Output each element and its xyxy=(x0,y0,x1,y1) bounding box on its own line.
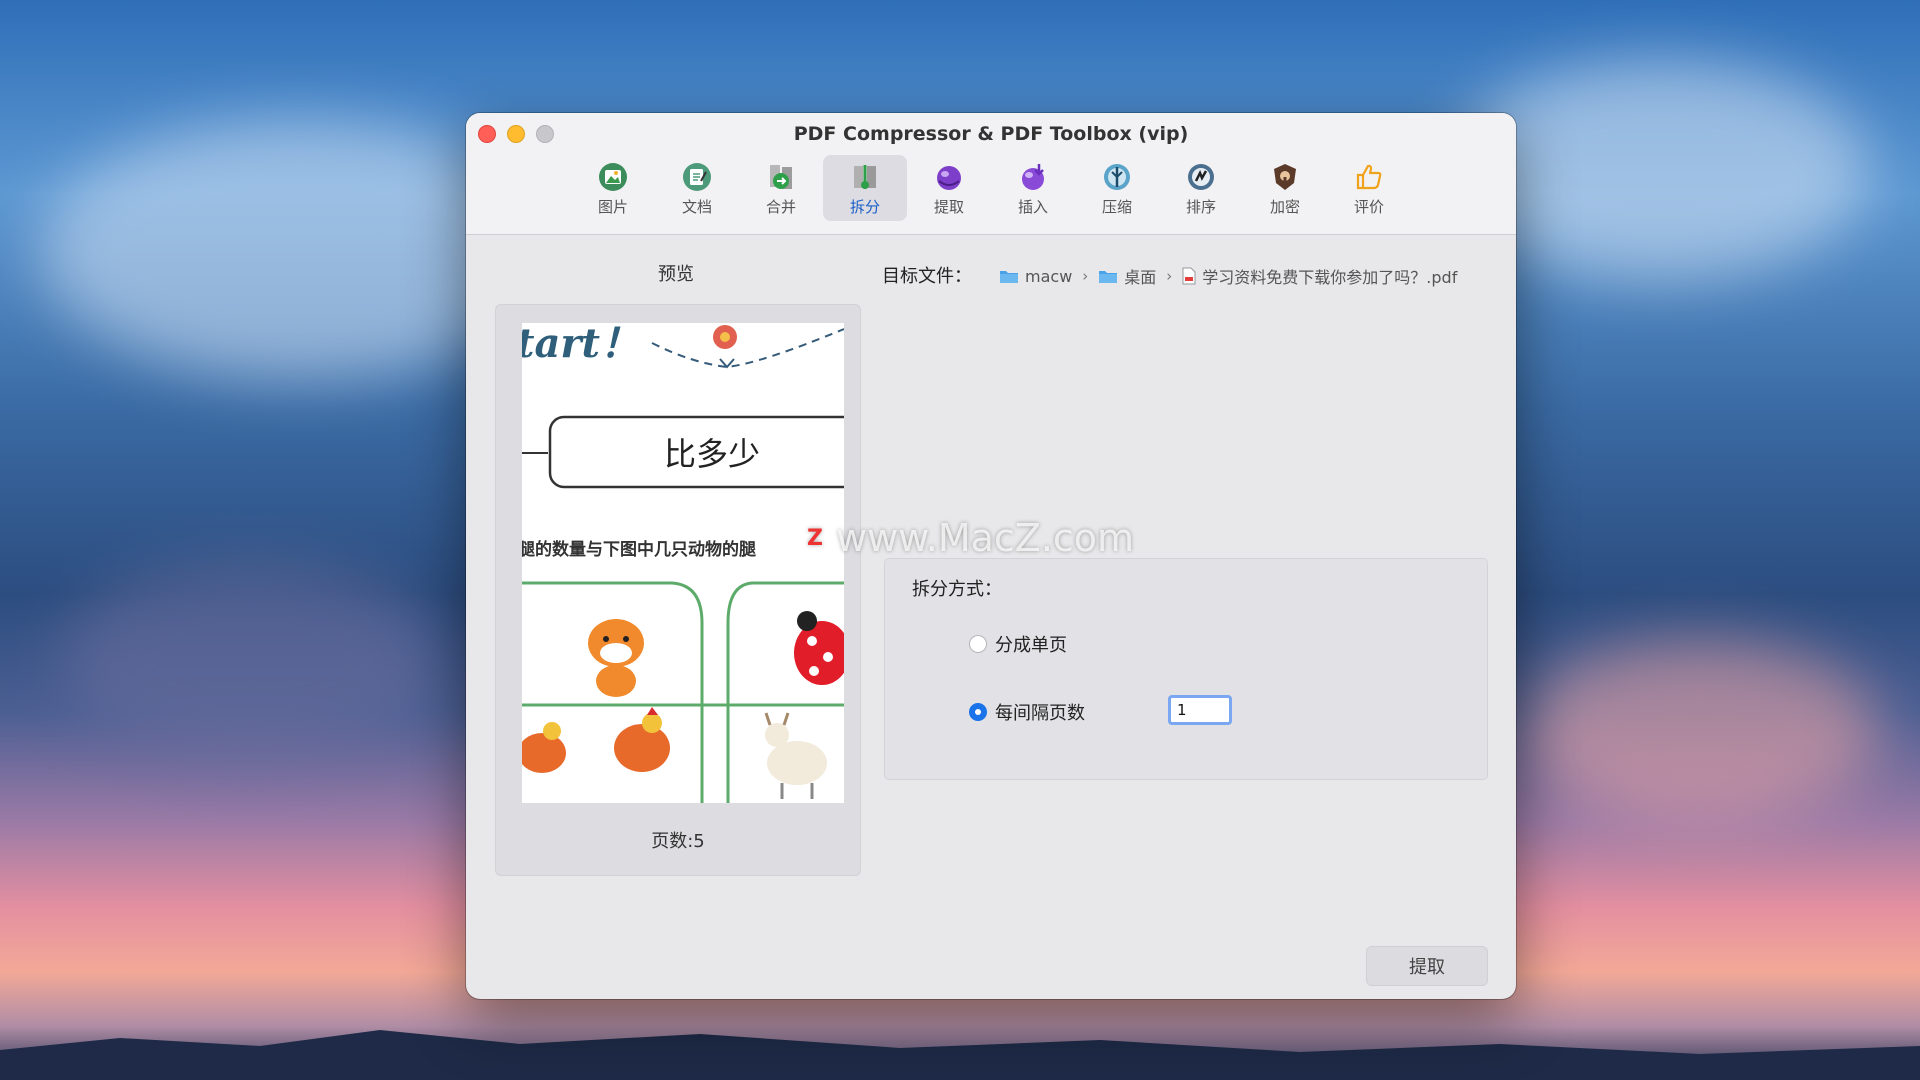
path-item-macw[interactable]: macw xyxy=(999,267,1072,286)
page-count: 页数:5 xyxy=(651,831,705,852)
sort-icon xyxy=(1188,164,1214,190)
interval-pages-input[interactable] xyxy=(1168,695,1232,725)
radio-button[interactable] xyxy=(969,635,987,653)
goat-illustration xyxy=(764,712,827,799)
insert-icon xyxy=(1022,164,1044,190)
tab-image[interactable]: 图片 xyxy=(571,155,655,221)
encrypt-icon xyxy=(1274,164,1296,190)
path-item-file[interactable]: 学习资料免费下载你参加了吗？.pdf xyxy=(1182,264,1457,288)
tab-split[interactable]: 拆分 xyxy=(823,155,907,221)
tab-label: 提取 xyxy=(933,198,964,216)
thumbs-up-icon xyxy=(1356,164,1382,190)
document-icon xyxy=(683,163,711,191)
radio-label: 每间隔页数 xyxy=(995,703,1085,724)
extract-icon xyxy=(937,166,961,190)
preview-page-image: tart！ 比多少 腿的数量与下图中几只动物的腿 xyxy=(522,323,844,803)
target-file-label: 目标文件： xyxy=(882,266,972,287)
pdf-file-icon xyxy=(1182,267,1196,285)
tab-label: 压缩 xyxy=(1101,198,1132,216)
radio-button[interactable] xyxy=(969,703,987,721)
split-icon xyxy=(854,165,876,189)
tab-label: 拆分 xyxy=(849,198,880,216)
chevron-right-icon: › xyxy=(1082,267,1089,285)
folder-icon xyxy=(1000,271,1018,283)
path-item-desktop[interactable]: 桌面 xyxy=(1098,264,1156,288)
tab-label: 图片 xyxy=(597,198,628,216)
merge-icon xyxy=(770,165,792,189)
main-content: 预览 tart！ 比多少 腿的数量与下图中几只动物的腿 页数:5 目标文件： m… xyxy=(466,236,1516,999)
toolbar: 图片 文档 合并 拆分 提取 插入 压缩 排序 加密 评价 xyxy=(466,155,1516,221)
extract-button[interactable]: 提取 xyxy=(1366,946,1488,986)
tab-label: 插入 xyxy=(1017,198,1048,216)
tiger-illustration xyxy=(588,619,644,697)
preview-title: 预览 xyxy=(658,264,694,285)
split-mode-label: 拆分方式： xyxy=(912,579,1002,600)
tab-insert[interactable]: 插入 xyxy=(991,155,1075,221)
background-mountains xyxy=(0,1030,1920,1080)
folder-icon xyxy=(1099,271,1118,283)
preview-page-thumbnail[interactable]: tart！ 比多少 腿的数量与下图中几只动物的腿 xyxy=(522,323,844,803)
tab-label: 加密 xyxy=(1269,198,1300,216)
tab-compress[interactable]: 压缩 xyxy=(1075,155,1159,221)
path-breadcrumb[interactable]: macw › 桌面 › 学习资料免费下载你参加了吗？.pdf xyxy=(999,264,1457,288)
radio-split-single-pages[interactable]: 分成单页 xyxy=(969,631,1067,657)
tab-encrypt[interactable]: 加密 xyxy=(1243,155,1327,221)
tab-sort[interactable]: 排序 xyxy=(1159,155,1243,221)
tab-extract[interactable]: 提取 xyxy=(907,155,991,221)
tab-label: 文档 xyxy=(681,198,712,216)
preview-panel: tart！ 比多少 腿的数量与下图中几只动物的腿 页数:5 xyxy=(495,304,861,876)
chevron-right-icon: › xyxy=(1166,267,1173,285)
tab-rate[interactable]: 评价 xyxy=(1327,155,1411,221)
tab-label: 合并 xyxy=(765,198,796,216)
rooster-illustration xyxy=(522,707,670,773)
tab-label: 排序 xyxy=(1185,198,1216,216)
tab-label: 评价 xyxy=(1353,198,1384,216)
tab-document[interactable]: 文档 xyxy=(655,155,739,221)
preview-box-text: 比多少 xyxy=(664,435,760,473)
image-icon xyxy=(599,163,627,191)
compress-icon xyxy=(1104,164,1130,190)
radio-split-every-n-pages[interactable]: 每间隔页数 xyxy=(969,699,1085,725)
split-options-panel: 拆分方式： 分成单页 每间隔页数 xyxy=(884,558,1488,780)
preview-question-text: 腿的数量与下图中几只动物的腿 xyxy=(522,539,756,560)
title-bar: PDF Compressor & PDF Toolbox (vip) 图片 文档… xyxy=(466,113,1516,235)
radio-label: 分成单页 xyxy=(995,635,1067,656)
app-window: PDF Compressor & PDF Toolbox (vip) 图片 文档… xyxy=(466,113,1516,999)
tab-merge[interactable]: 合并 xyxy=(739,155,823,221)
background-cloud xyxy=(60,560,440,760)
background-cloud xyxy=(1520,640,1880,820)
window-title: PDF Compressor & PDF Toolbox (vip) xyxy=(793,123,1189,145)
preview-heading-text: tart！ xyxy=(522,323,640,367)
ladybug-illustration xyxy=(794,611,844,685)
